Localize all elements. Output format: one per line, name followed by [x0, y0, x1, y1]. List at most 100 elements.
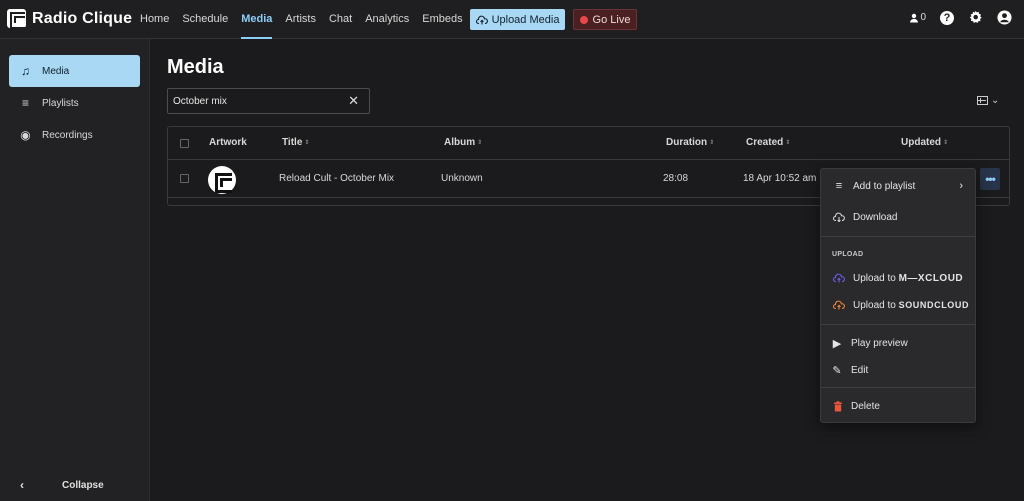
menu-divider: [821, 236, 975, 237]
sidebar-item-label: Media: [42, 65, 70, 77]
menu-upload-soundcloud[interactable]: Upload to SOUNDCLOUD: [821, 293, 975, 317]
column-title-label: Title: [282, 137, 303, 148]
column-created-label: Created: [746, 137, 784, 148]
menu-delete[interactable]: Delete: [821, 394, 975, 418]
playlist-add-icon: ≡: [835, 180, 843, 192]
column-updated-label: Updated: [901, 137, 941, 148]
collapse-sidebar-button[interactable]: ‹ Collapse: [0, 477, 150, 493]
search-input[interactable]: [173, 94, 343, 109]
nav-home[interactable]: Home: [140, 0, 169, 39]
page-title: Media: [167, 56, 224, 78]
menu-edit[interactable]: ✎ Edit: [821, 358, 975, 382]
soundcloud-wordmark: SOUNDCLOUD: [898, 299, 970, 310]
sidebar-item-playlists[interactable]: ≡ Playlists: [9, 87, 140, 119]
sort-icon: ⇕: [943, 140, 949, 146]
top-right-controls: 0 ?: [909, 10, 1012, 25]
menu-play-preview[interactable]: ▶ Play preview: [821, 331, 975, 355]
menu-delete-label: Delete: [851, 400, 880, 412]
column-duration-label: Duration: [666, 137, 708, 148]
upload-to-text: Upload to: [853, 299, 896, 311]
record-icon: ◉: [20, 128, 31, 142]
help-icon[interactable]: ?: [940, 10, 954, 25]
sidebar-item-label: Playlists: [42, 97, 79, 109]
column-updated[interactable]: Updated ⇕: [901, 137, 948, 148]
row-checkbox[interactable]: [180, 174, 189, 183]
play-icon: ▶: [832, 337, 842, 350]
mixcloud-wordmark: M—XCLOUD: [898, 272, 964, 284]
column-artwork: Artwork: [209, 137, 247, 148]
view-toggle-dropdown[interactable]: ⌄: [977, 95, 999, 106]
column-created[interactable]: Created ⇕: [746, 137, 790, 148]
account-icon[interactable]: [997, 10, 1012, 25]
table-view-icon: [977, 96, 988, 105]
sidebar-item-media[interactable]: ♫ Media: [9, 55, 140, 87]
playlist-icon: ≡: [21, 96, 29, 110]
sort-icon: ⇕: [477, 140, 483, 146]
row-more-actions-button[interactable]: •••: [980, 168, 1000, 190]
menu-download[interactable]: Download: [821, 205, 975, 229]
row-actions-menu: ≡ Add to playlist › Download UPLOAD Uplo…: [820, 168, 976, 423]
menu-divider: [821, 387, 975, 388]
nav-chat[interactable]: Chat: [329, 0, 352, 39]
sort-icon: ⇕: [304, 140, 310, 146]
menu-download-label: Download: [853, 211, 898, 223]
search-box: ✕: [167, 88, 370, 114]
column-duration[interactable]: Duration ⇕: [666, 137, 714, 148]
live-dot-icon: [579, 15, 588, 24]
menu-add-to-playlist[interactable]: ≡ Add to playlist ›: [821, 174, 975, 198]
menu-edit-label: Edit: [851, 364, 869, 376]
select-all-checkbox[interactable]: [180, 139, 189, 148]
upload-media-button[interactable]: Upload Media: [470, 9, 565, 30]
menu-play-preview-label: Play preview: [851, 337, 908, 349]
listener-count-value: 0: [920, 12, 926, 23]
sort-icon: ⇕: [785, 140, 791, 146]
row-created: 18 Apr 10:52 am: [743, 173, 817, 184]
menu-add-to-playlist-label: Add to playlist: [853, 180, 916, 192]
sidebar-item-label: Recordings: [42, 129, 93, 141]
row-duration: 28:08: [663, 173, 689, 184]
top-navbar: Radio Clique Home Schedule Media Artists…: [0, 0, 1024, 39]
sidebar: ♫ Media ≡ Playlists ◉ Recordings ‹ Colla…: [0, 39, 150, 501]
menu-upload-soundcloud-label: Upload to SOUNDCLOUD: [853, 300, 969, 311]
menu-upload-mixcloud[interactable]: Upload to M—XCLOUD: [821, 266, 975, 290]
trash-icon: [834, 400, 842, 411]
nav-embeds[interactable]: Embeds: [422, 0, 462, 39]
nav-analytics[interactable]: Analytics: [365, 0, 409, 39]
column-album[interactable]: Album ⇕: [444, 137, 482, 148]
chevron-left-icon: ‹: [20, 478, 24, 492]
nav-media[interactable]: Media: [241, 0, 273, 39]
column-title[interactable]: Title ⇕: [282, 137, 309, 148]
radio-clique-logo-icon: [7, 9, 26, 29]
main-nav: Home Schedule Media Artists Chat Analyti…: [140, 0, 476, 39]
sort-icon: ⇕: [709, 140, 715, 146]
go-live-button[interactable]: Go Live: [573, 9, 637, 30]
menu-upload-mixcloud-label: Upload to M—XCLOUD: [853, 273, 963, 284]
nav-artists[interactable]: Artists: [285, 0, 316, 39]
cloud-upload-soundcloud-icon: [833, 300, 845, 310]
artwork-thumbnail: [208, 166, 236, 194]
pencil-icon: ✎: [832, 364, 842, 377]
column-album-label: Album: [444, 137, 476, 148]
cloud-download-icon: [833, 212, 845, 222]
listener-count[interactable]: 0: [909, 12, 926, 23]
upload-section-heading: UPLOAD: [832, 251, 864, 258]
gear-icon[interactable]: [968, 10, 983, 25]
nav-schedule[interactable]: Schedule: [182, 0, 228, 39]
collapse-label: Collapse: [62, 479, 104, 491]
sidebar-item-recordings[interactable]: ◉ Recordings: [9, 119, 140, 151]
cloud-upload-mixcloud-icon: [833, 273, 845, 283]
upload-media-label: Upload Media: [491, 13, 560, 26]
listener-person-icon: [910, 13, 919, 22]
chevron-down-icon: ⌄: [991, 95, 1000, 106]
row-album: Unknown: [441, 173, 483, 184]
go-live-label: Go Live: [592, 13, 631, 26]
clear-search-icon[interactable]: ✕: [348, 93, 359, 109]
row-title[interactable]: Reload Cult - October Mix: [279, 173, 394, 184]
music-note-icon: ♫: [21, 64, 30, 78]
brand-name: Radio Clique: [32, 9, 133, 27]
menu-divider: [821, 324, 975, 325]
upload-to-text: Upload to: [853, 272, 896, 284]
table-header: Artwork Title ⇕ Album ⇕ Duration ⇕ Created ⇕…: [168, 127, 1009, 160]
brand[interactable]: Radio Clique: [7, 9, 133, 29]
chevron-right-icon: ›: [959, 180, 963, 192]
